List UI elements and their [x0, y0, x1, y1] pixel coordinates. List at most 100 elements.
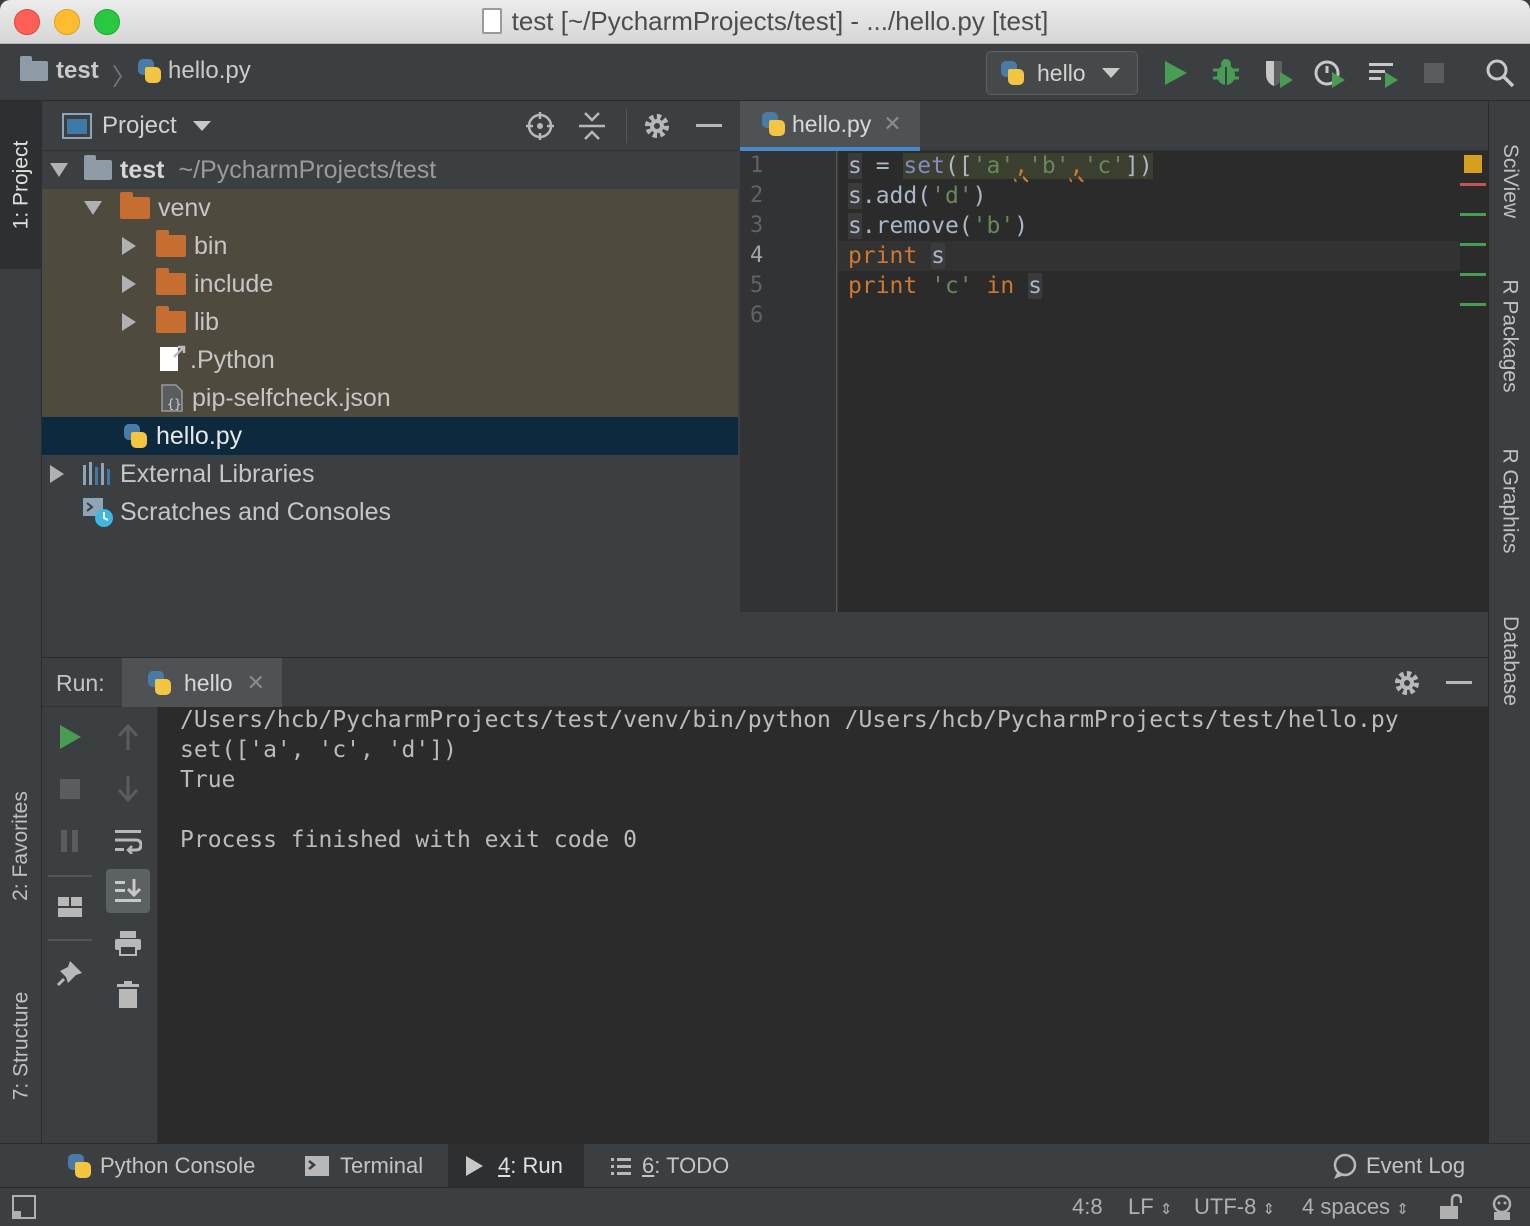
tool-windows-toggle-icon[interactable] [12, 1195, 36, 1219]
tool-tab-todo-number: 6 [642, 1153, 655, 1178]
breadcrumb-project[interactable]: test [20, 56, 99, 85]
tool-tab-r-graphics[interactable]: R Graphics [1489, 426, 1530, 576]
change-stripe-mark[interactable] [1460, 303, 1486, 306]
tree-item-venv[interactable]: venv [42, 189, 738, 227]
chevron-down-icon[interactable] [192, 120, 211, 132]
tool-tab-database[interactable]: Database [1489, 591, 1530, 731]
collapse-arrow-icon[interactable] [50, 465, 64, 483]
pin-tab-button[interactable] [48, 951, 92, 995]
line-separator-selector[interactable]: LF ⇕ [1128, 1194, 1172, 1220]
project-view-icon [62, 112, 92, 139]
run-with-coverage-button[interactable] [1261, 57, 1295, 89]
hide-panel-icon[interactable] [1446, 680, 1474, 686]
locate-file-icon[interactable] [525, 111, 555, 141]
close-tab-icon[interactable]: ✕ [883, 111, 901, 137]
gear-icon[interactable] [642, 111, 672, 141]
close-tab-icon[interactable]: ✕ [247, 670, 265, 696]
run-configuration-label: hello [1037, 59, 1086, 86]
collapse-arrow-icon[interactable] [122, 237, 136, 255]
tool-tab-run[interactable]: 4: Run [448, 1144, 584, 1188]
collapse-arrow-icon[interactable] [122, 313, 136, 331]
console-line: Process finished with exit code 0 [180, 827, 637, 853]
layout-icon [58, 897, 82, 917]
editor-error-stripe[interactable] [1460, 151, 1488, 612]
unlock-icon[interactable] [1438, 1194, 1462, 1220]
hide-panel-icon[interactable] [696, 123, 724, 129]
code-editor[interactable]: s = set(['a','b','c']) s.add('d') s.remo… [838, 151, 1460, 612]
caret-position[interactable]: 4:8 [1072, 1194, 1103, 1220]
rerun-button[interactable] [48, 715, 92, 759]
error-stripe-mark[interactable] [1460, 183, 1486, 186]
change-stripe-mark[interactable] [1460, 243, 1486, 246]
stop-button[interactable] [48, 767, 92, 811]
tree-item-pip-selfcheck[interactable]: {} pip-selfcheck.json [42, 379, 738, 417]
restore-layout-button[interactable] [48, 885, 92, 929]
tree-item-external-libraries[interactable]: External Libraries [42, 455, 738, 493]
encoding-selector[interactable]: UTF-8 ⇕ [1194, 1194, 1275, 1220]
gear-icon[interactable] [1392, 668, 1422, 698]
tree-item-python-link[interactable]: .Python [42, 341, 738, 379]
collapse-arrow-icon[interactable] [122, 275, 136, 293]
profile-button[interactable] [1313, 57, 1347, 89]
tool-tab-project[interactable]: 1: Project [0, 101, 42, 269]
header-divider [626, 109, 627, 143]
symlink-file-icon [160, 345, 186, 371]
coverage-icon [1266, 61, 1293, 88]
breadcrumb-file[interactable]: hello.py [136, 57, 251, 85]
expand-arrow-icon[interactable] [50, 163, 68, 177]
tool-tab-event-log[interactable]: Event Log [1316, 1144, 1481, 1188]
search-icon [1486, 59, 1515, 88]
scroll-to-end-button[interactable] [106, 869, 150, 913]
code-line-3: s.remove('b') [848, 213, 1029, 239]
inspector-icon[interactable] [1488, 1193, 1516, 1221]
stop-button[interactable] [1417, 57, 1451, 89]
editor-tab-hello-py[interactable]: hello.py ✕ [740, 101, 920, 151]
tool-tab-sciview[interactable]: SciView [1489, 111, 1530, 251]
line-number-gutter: 1 2 3 4 5 6 [740, 151, 837, 612]
code-line-1: s = set(['a','b','c']) [848, 153, 1153, 179]
tool-tab-structure[interactable]: 7: Structure [0, 951, 42, 1141]
collapse-all-icon[interactable] [578, 111, 606, 141]
debug-button[interactable] [1209, 57, 1243, 89]
tree-item-lib[interactable]: lib [42, 303, 738, 341]
run-button[interactable] [1158, 57, 1192, 89]
run-console-output[interactable]: /Users/hcb/PycharmProjects/test/venv/bin… [158, 707, 1488, 1143]
updown-icon: ⇕ [1159, 1201, 1173, 1218]
stop-icon [1424, 63, 1444, 83]
soft-wrap-button[interactable] [106, 819, 150, 863]
scroll-down-button[interactable] [106, 767, 150, 811]
tree-item-bin[interactable]: bin [42, 227, 738, 265]
project-view-selector[interactable]: Project [102, 112, 177, 140]
breadcrumb-project-label: test [56, 57, 99, 84]
print-button[interactable] [106, 921, 150, 965]
expand-arrow-icon[interactable] [84, 201, 102, 215]
updown-icon: ⇕ [1396, 1201, 1409, 1218]
search-everywhere-button[interactable] [1483, 57, 1517, 89]
tree-item-hello-py[interactable]: hello.py [42, 417, 738, 455]
tool-tab-todo[interactable]: 6: TODO [594, 1144, 745, 1188]
tree-item-include[interactable]: include [42, 265, 738, 303]
change-stripe-mark[interactable] [1460, 273, 1486, 276]
run-configuration-dropdown[interactable]: hello [986, 51, 1138, 95]
tool-tab-r-packages-label: R Packages [1499, 279, 1523, 393]
tool-tab-r-packages[interactable]: R Packages [1489, 261, 1530, 411]
concurrency-diagram-button[interactable] [1366, 57, 1400, 89]
tool-tab-python-console[interactable]: Python Console [50, 1144, 271, 1188]
tree-item-label: lib [194, 307, 220, 336]
inspection-warning-icon[interactable] [1464, 155, 1482, 173]
scroll-up-button[interactable] [106, 715, 150, 759]
navigation-bar: test 〉 hello.py hello [0, 45, 1530, 101]
tree-item-scratches[interactable]: Scratches and Consoles [42, 493, 738, 531]
event-log-icon [1333, 1153, 1357, 1179]
clear-all-button[interactable] [106, 973, 150, 1017]
run-tab-hello[interactable]: hello ✕ [122, 658, 282, 708]
left-tool-window-bar: 1: Project 2: Favorites 7: Structure [0, 101, 42, 1143]
run-list-icon [1369, 63, 1398, 88]
pause-button[interactable] [48, 819, 92, 863]
tool-tab-run-label: : Run [510, 1153, 563, 1178]
change-stripe-mark[interactable] [1460, 213, 1486, 216]
tool-tab-terminal[interactable]: Terminal [288, 1144, 439, 1188]
indent-selector[interactable]: 4 spaces ⇕ [1302, 1194, 1409, 1220]
tree-item-test[interactable]: test ~/PycharmProjects/test [42, 151, 738, 189]
tool-tab-favorites[interactable]: 2: Favorites [0, 761, 42, 931]
